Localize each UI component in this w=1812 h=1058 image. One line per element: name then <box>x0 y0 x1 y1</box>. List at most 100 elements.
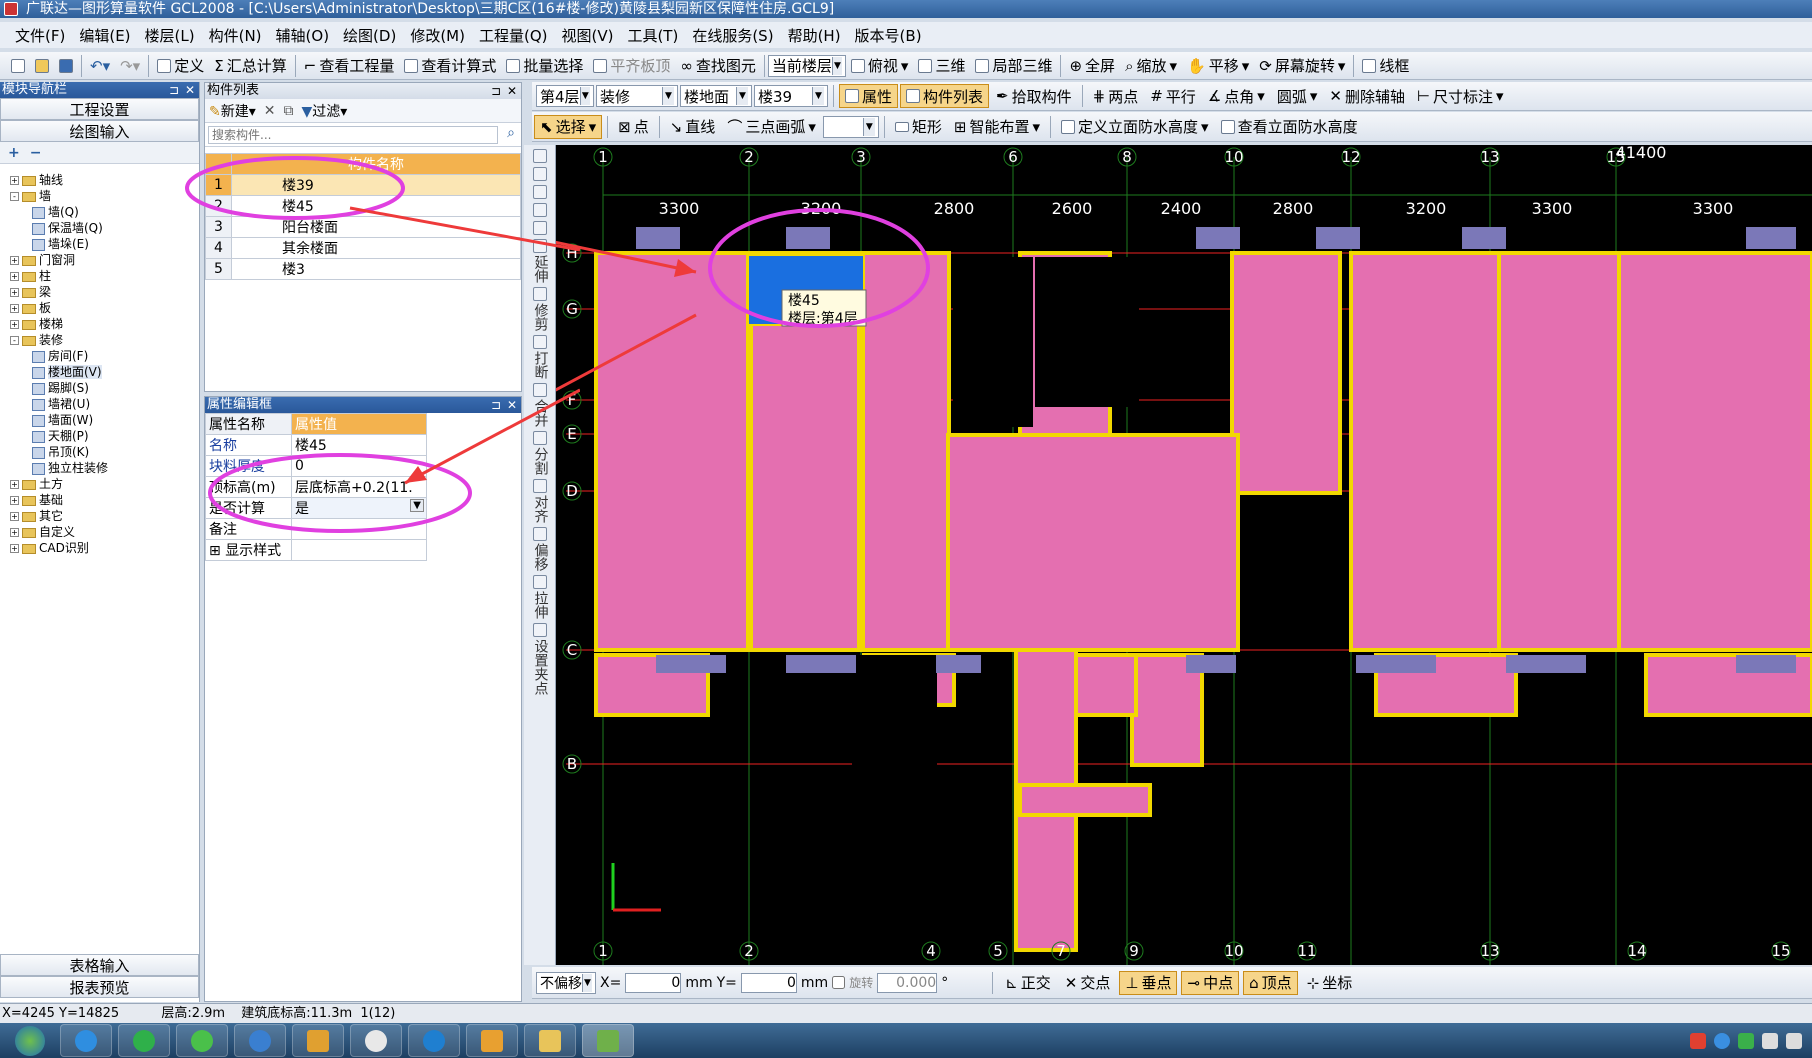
line-button[interactable]: ↘ 直线 <box>665 115 721 139</box>
menu-version[interactable]: 版本号(B) <box>848 25 929 46</box>
taskbar-app-g[interactable] <box>234 1024 286 1057</box>
parallel-button[interactable]: # 平行 <box>1145 84 1201 108</box>
component-list-toggle[interactable]: 构件列表 <box>900 84 990 108</box>
taskbar-glodon[interactable] <box>60 1024 112 1057</box>
menu-tools[interactable]: 工具(T) <box>620 25 685 46</box>
tree-item[interactable]: + 土方 <box>10 476 199 492</box>
modify-tool-button[interactable]: 对齐 <box>530 479 550 523</box>
select-button[interactable]: ⬉ 选择 ▾ <box>534 114 603 139</box>
search-icon[interactable]: ⌕ <box>507 125 515 141</box>
tree-item[interactable]: + 柱 <box>10 268 199 284</box>
table-row[interactable]: 5 楼3 <box>205 258 521 280</box>
modify-tool-button[interactable]: 延伸 <box>530 239 550 283</box>
tree-item[interactable]: + 自定义 <box>10 524 199 540</box>
y-input[interactable] <box>740 972 797 993</box>
tree-item[interactable]: + 其它 <box>10 508 199 524</box>
redo-button[interactable]: ↷▾ <box>115 54 145 78</box>
property-row[interactable]: ⊞ 显示样式 <box>205 539 427 561</box>
ortho-button[interactable]: ⊾ 正交 <box>1000 971 1056 995</box>
open-file-button[interactable] <box>30 54 54 78</box>
tree-item[interactable]: + 板 <box>10 300 199 316</box>
property-value[interactable]: 层底标高+0.2(11. <box>291 476 427 498</box>
table-row[interactable]: 2 楼45 <box>205 195 521 217</box>
batch-select-button[interactable]: 批量选择 <box>501 54 588 78</box>
floor-plan[interactable]: 楼45楼层:第4层1 2 3 6 8 10 12 13 151 2 4 5 7 9 10 11 13 14 1533… <box>556 145 1812 965</box>
table-input-button[interactable]: 表格输入 <box>0 954 199 976</box>
property-row[interactable]: 名称 楼45 <box>205 434 427 456</box>
category-dropdown[interactable]: 装修 ▼ <box>596 85 678 107</box>
modify-tool-button[interactable]: 打断 <box>530 335 550 379</box>
smart-layout-button[interactable]: ⊞ 智能布置 ▾ <box>949 115 1045 139</box>
tree-item[interactable]: 保温墙(Q) <box>10 220 199 236</box>
local-3d-button[interactable]: 局部三维 <box>970 54 1057 78</box>
taskbar-document[interactable] <box>466 1024 518 1057</box>
taskbar-qq[interactable] <box>350 1024 402 1057</box>
intersection-snap-button[interactable]: ✕ 交点 <box>1060 971 1116 995</box>
room-floor[interactable] <box>1617 251 1812 652</box>
menu-draw[interactable]: 绘图(D) <box>336 25 403 46</box>
menu-floor[interactable]: 楼层(L) <box>138 25 202 46</box>
modify-tool-button[interactable]: 设置夹点 <box>530 623 550 695</box>
pick-component-button[interactable]: ✒ 拾取构件 <box>991 84 1077 108</box>
close-icon[interactable]: ✕ <box>185 82 195 98</box>
delete-aux-axis-button[interactable]: ✕ 删除辅轴 <box>1324 84 1410 108</box>
screen-rotate-button[interactable]: ⟳ 屏幕旋转 ▾ <box>1254 54 1350 78</box>
tree-item[interactable]: 墙垛(E) <box>10 236 199 252</box>
menu-aux-axis[interactable]: 辅轴(O) <box>269 25 337 46</box>
tree-item[interactable]: 天棚(P) <box>10 428 199 444</box>
tree-item[interactable]: 吊顶(K) <box>10 444 199 460</box>
table-row[interactable]: 3 阳台楼面 <box>205 216 521 238</box>
tree-item[interactable]: -墙 <box>10 188 199 204</box>
component-search-input[interactable] <box>208 126 498 144</box>
property-row[interactable]: 顶标高(m) 层底标高+0.2(11. <box>205 476 427 498</box>
new-component-button[interactable]: ✎新建▾ <box>209 101 256 121</box>
volume-icon[interactable] <box>1762 1032 1778 1049</box>
tree-item[interactable]: + 梁 <box>10 284 199 300</box>
tree-item[interactable]: + 楼梯 <box>10 316 199 332</box>
expand-icon[interactable]: + <box>10 320 19 329</box>
pin-icon[interactable]: ⊐ <box>491 83 501 99</box>
save-button[interactable] <box>54 54 78 78</box>
expand-icon[interactable]: + <box>10 256 19 265</box>
sum-calc-button[interactable]: Σ 汇总计算 <box>209 54 292 78</box>
drawing-canvas[interactable]: 楼45 楼层:第4层 1 2 3 6 8 10 12 13 15 1 2 4 5 7 9 10 11 13 14 15 33… <box>556 145 1812 965</box>
tree-item[interactable]: 踢脚(S) <box>10 380 199 396</box>
help-tray-icon[interactable] <box>1714 1032 1730 1049</box>
define-button[interactable]: 定义 <box>152 54 209 78</box>
rotate-checkbox[interactable] <box>832 976 846 989</box>
taskbar-notes[interactable] <box>292 1024 344 1057</box>
project-settings-button[interactable]: 工程设置 <box>0 98 199 120</box>
x-input[interactable] <box>625 972 682 993</box>
two-point-button[interactable]: ⋕ 两点 <box>1088 84 1144 108</box>
pin-icon[interactable]: ⊐ <box>169 82 179 98</box>
tree-item[interactable]: - 装修 <box>10 332 199 348</box>
expand-icon[interactable]: + <box>10 512 19 521</box>
pin-icon[interactable]: ⊐ <box>491 397 501 413</box>
expand-all-icon[interactable]: + <box>8 145 20 161</box>
network-tray-icon[interactable] <box>1786 1032 1802 1049</box>
three-point-arc-button[interactable]: ⌒ 三点画弧 ▾ <box>722 115 821 139</box>
property-row[interactable]: 块料厚度 0 <box>205 455 427 477</box>
view-formula-button[interactable]: 查看计算式 <box>399 54 501 78</box>
room-floor[interactable] <box>1018 783 1152 817</box>
three-d-button[interactable]: 三维 <box>913 54 970 78</box>
room-floor[interactable] <box>861 251 951 652</box>
property-value[interactable] <box>291 518 427 540</box>
view-quantity-button[interactable]: ⌐ 查看工程量 <box>299 54 400 78</box>
rectangle-button[interactable]: 矩形 <box>890 115 947 139</box>
property-row[interactable]: 备注 <box>205 518 427 540</box>
move-tool-button[interactable] <box>530 203 550 217</box>
rotate-input[interactable] <box>877 972 938 993</box>
pencil-tool-button[interactable] <box>530 149 550 163</box>
zoom-button[interactable]: ⌕ 缩放 ▾ <box>1120 54 1182 78</box>
vertex-snap-button[interactable]: ⌂ 顶点 <box>1243 970 1298 995</box>
full-screen-button[interactable]: ⊕ 全屏 <box>1064 54 1120 78</box>
property-value[interactable] <box>291 539 427 561</box>
drawing-input-button[interactable]: 绘图输入 <box>0 120 199 142</box>
room-floor[interactable] <box>1230 251 1342 495</box>
type-dropdown[interactable]: 楼地面 ▼ <box>680 85 752 107</box>
table-row[interactable]: 1 楼39 <box>205 174 521 196</box>
collapse-icon[interactable]: - <box>10 192 19 201</box>
mirror-tool-button[interactable] <box>530 185 550 199</box>
point-button[interactable]: ⊠ 点 <box>613 115 654 139</box>
